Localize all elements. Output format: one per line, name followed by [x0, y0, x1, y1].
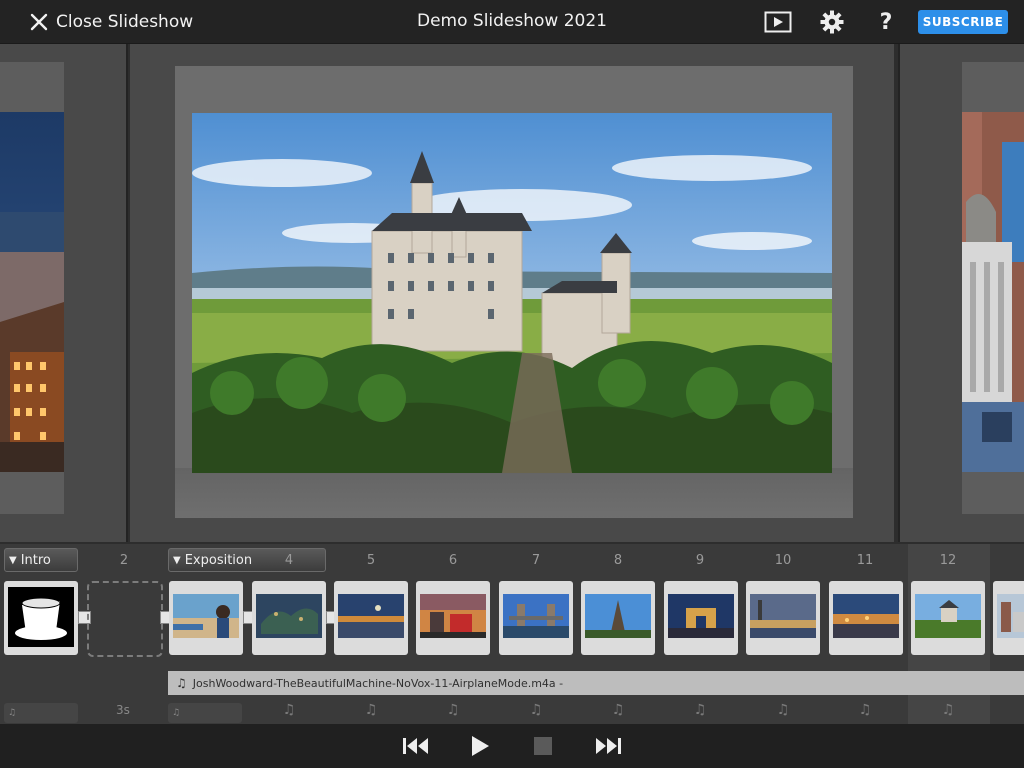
preview-play-button[interactable]: [764, 9, 792, 35]
slide-thumbnail-intro[interactable]: [4, 581, 78, 655]
collapse-triangle-icon: ▼: [9, 554, 17, 566]
slide-audio-icon: ♫: [858, 702, 872, 718]
slide-number: 4: [284, 553, 294, 568]
slide-audio-icon: ♫: [611, 702, 625, 718]
page-title: Demo Slideshow 2021: [416, 11, 607, 31]
slide-audio-icon: ♫: [693, 702, 707, 718]
top-bar: Close Slideshow Demo Slideshow 2021 ? SU…: [0, 0, 1024, 44]
skip-forward-button[interactable]: [592, 734, 624, 758]
slide-number: 8: [613, 553, 623, 568]
section-label: Intro: [20, 552, 51, 568]
slide-audio-icon: ♫: [364, 702, 378, 718]
music-note-icon: ♫: [176, 676, 187, 690]
slide-number: 11: [856, 553, 874, 568]
slide-audio-icon: ♫: [446, 702, 460, 718]
slide-thumbnail[interactable]: [664, 581, 738, 655]
settings-button[interactable]: [818, 9, 846, 35]
slide-audio-icon: ♫: [776, 702, 790, 718]
slide-thumbnail[interactable]: [746, 581, 820, 655]
slide-number: 7: [531, 553, 541, 568]
section-tab-intro[interactable]: ▼ Intro: [4, 548, 78, 572]
previous-slide-panel[interactable]: [0, 44, 128, 542]
playback-controls: [0, 724, 1024, 768]
slide-frame: [175, 66, 853, 518]
slide-timeline: ▼ Intro ▼ Exposition 2 4 5 6 7 8 9 10 11…: [0, 544, 1024, 724]
music-note-icon: ♫: [8, 708, 17, 718]
gear-icon: [820, 10, 844, 34]
section-label: Exposition: [184, 552, 253, 568]
preview-stage: [0, 44, 1024, 544]
slide-audio-icon: ♫: [941, 702, 955, 718]
slide-audio-icon: ♫: [282, 702, 296, 718]
stop-button[interactable]: [531, 734, 555, 758]
slide-thumbnail[interactable]: [829, 581, 903, 655]
help-button[interactable]: ?: [872, 9, 900, 35]
slide-thumbnail[interactable]: [993, 581, 1024, 655]
intro-footer-tab[interactable]: ♫: [4, 703, 78, 723]
slide-audio-icon: ♫: [529, 702, 543, 718]
play-button[interactable]: [466, 734, 494, 758]
help-icon: ?: [879, 9, 893, 35]
previous-slide-image: [0, 112, 64, 472]
slide-number: 6: [448, 553, 458, 568]
next-slide-image: [962, 112, 1024, 472]
collapse-triangle-icon: ▼: [173, 554, 181, 566]
slide-number: 9: [695, 553, 705, 568]
empty-slide-slot[interactable]: [87, 581, 163, 657]
music-note-icon: ♫: [172, 708, 181, 718]
skip-back-button[interactable]: [400, 734, 432, 758]
stop-icon: [534, 737, 552, 755]
skip-forward-icon: [596, 738, 621, 754]
slide-number: 2: [119, 553, 129, 568]
slide-thumbnail[interactable]: [334, 581, 408, 655]
slide-thumbnail[interactable]: [252, 581, 326, 655]
skip-back-icon: [403, 738, 428, 754]
slide-number: 10: [774, 553, 792, 568]
play-icon: [472, 736, 489, 756]
slide-thumbnail[interactable]: [416, 581, 490, 655]
current-slide-panel[interactable]: [130, 44, 894, 542]
slide-number: 5: [366, 553, 376, 568]
audio-track-bar[interactable]: ♫ JoshWoodward-TheBeautifulMachine-NoVox…: [168, 671, 1024, 695]
slide-thumbnail-current[interactable]: [911, 581, 985, 655]
intro-duration: 3s: [116, 703, 130, 717]
slide-thumbnail[interactable]: [581, 581, 655, 655]
play-preview-icon: [764, 11, 792, 33]
subscribe-button[interactable]: SUBSCRIBE: [918, 10, 1008, 34]
current-slide-image: [192, 113, 832, 473]
next-slide-panel[interactable]: [898, 44, 1024, 542]
slide-thumbnail[interactable]: [499, 581, 573, 655]
audio-track-name: JoshWoodward-TheBeautifulMachine-NoVox-1…: [192, 676, 564, 690]
slide-thumbnail[interactable]: [169, 581, 243, 655]
magic-hat-icon: [8, 587, 74, 647]
slide-number: 12: [939, 553, 957, 568]
exposition-footer-tab[interactable]: ♫: [168, 703, 242, 723]
